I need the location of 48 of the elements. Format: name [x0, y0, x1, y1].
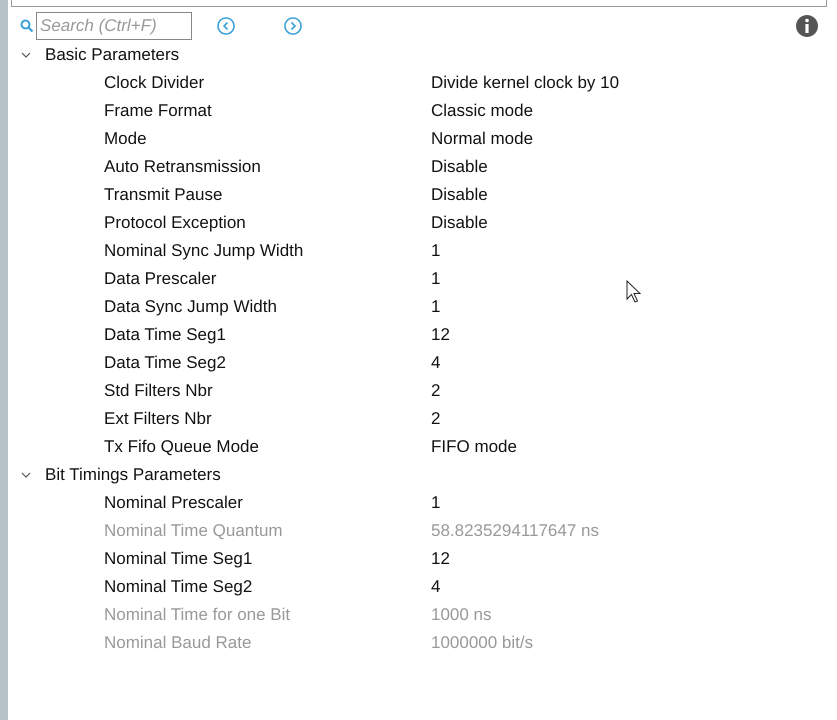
parameter-name: Nominal Sync Jump Width [104, 240, 304, 262]
parameter-name: Transmit Pause [104, 184, 224, 206]
parameter-value[interactable]: 1 [431, 238, 440, 264]
parameter-name: Protocol Exception [104, 212, 247, 234]
parameter-value[interactable]: Classic mode [431, 98, 534, 124]
parameter-name: Data Time Seg1 [104, 324, 227, 346]
parameter-value: 1000 ns [431, 604, 492, 626]
parameter-name: Auto Retransmission [104, 156, 262, 178]
parameter-value[interactable]: FIFO mode [431, 434, 517, 460]
parameter-value[interactable]: Disable [431, 154, 488, 180]
parameter-name: Nominal Baud Rate [104, 632, 252, 654]
parameter-value[interactable]: 4 [431, 350, 440, 376]
parameter-value: 58.8235294117647 ns [431, 520, 599, 542]
parameter-value[interactable]: Disable [431, 182, 488, 208]
parameter-name: Nominal Time Quantum [104, 520, 284, 542]
group-title[interactable]: Basic Parameters [45, 42, 180, 68]
parameter-name: Frame Format [104, 100, 213, 122]
parameter-name: Data Time Seg2 [104, 352, 227, 374]
mouse-pointer-icon [626, 280, 644, 304]
parameter-name: Clock Divider [104, 72, 206, 94]
parameter-value[interactable]: 2 [431, 406, 440, 432]
parameter-value[interactable]: 12 [431, 546, 450, 572]
search-field[interactable]: Search (Ctrl+F) [36, 12, 192, 40]
parameter-value[interactable]: 1 [431, 266, 440, 292]
parameter-name: Nominal Prescaler [104, 492, 244, 514]
parameter-name: Ext Filters Nbr [104, 408, 213, 430]
parameter-name: Nominal Time for one Bit [104, 604, 292, 626]
previous-icon[interactable] [216, 16, 236, 36]
parameter-name: Data Sync Jump Width [104, 296, 278, 318]
parameter-value[interactable]: 2 [431, 378, 440, 404]
parameter-value: 1000000 bit/s [431, 632, 534, 654]
parameter-value[interactable]: 1 [431, 294, 440, 320]
parameter-name: Data Prescaler [104, 268, 218, 290]
parameter-name: Mode [104, 128, 148, 150]
parameter-name: Std Filters Nbr [104, 380, 214, 402]
group-title[interactable]: Bit Timings Parameters [45, 462, 221, 488]
parameter-name: Nominal Time Seg2 [104, 576, 254, 598]
parameter-value[interactable]: Normal mode [431, 126, 534, 152]
parameter-value[interactable]: 4 [431, 574, 440, 600]
parameter-value[interactable]: 12 [431, 322, 450, 348]
search-icon[interactable] [20, 19, 34, 33]
next-icon[interactable] [283, 16, 303, 36]
info-icon[interactable] [795, 14, 819, 38]
parameter-name: Tx Fifo Queue Mode [104, 436, 260, 458]
parameter-value[interactable]: Divide kernel clock by 10 [431, 70, 620, 96]
parameter-value[interactable]: Disable [431, 210, 488, 236]
parameter-name: Nominal Time Seg1 [104, 548, 254, 570]
parameter-value[interactable]: 1 [431, 490, 440, 516]
